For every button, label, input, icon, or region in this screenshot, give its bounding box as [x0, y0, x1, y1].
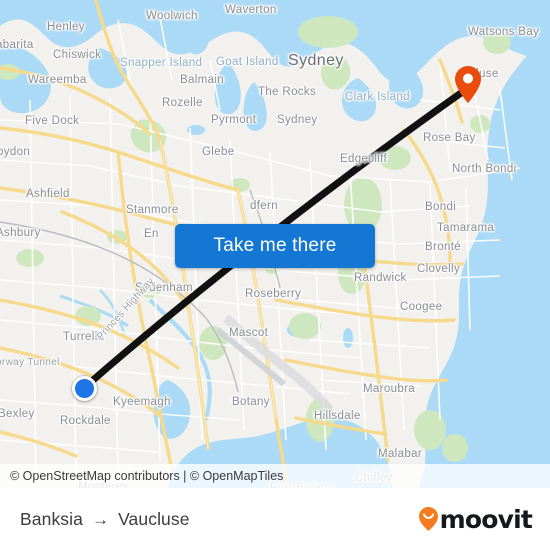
origin-marker-dot[interactable]: [72, 376, 97, 401]
map-viewport[interactable]: WoolwichWavertonWatsons BayHenleyabarita…: [0, 0, 550, 488]
moovit-wordmark: moovit: [439, 504, 533, 534]
moovit-logo[interactable]: moovit: [418, 504, 533, 534]
footer-bar: Banksia → Vaucluse moovit: [0, 488, 550, 550]
route-summary: Banksia → Vaucluse: [20, 509, 190, 530]
take-me-there-button[interactable]: Take me there: [175, 224, 375, 268]
route-origin-label: Banksia: [20, 508, 83, 529]
destination-marker-pin[interactable]: [455, 66, 481, 103]
moovit-route-card: WoolwichWavertonWatsons BayHenleyabarita…: [0, 0, 550, 550]
arrow-right-icon: →: [91, 509, 110, 529]
moovit-pin-icon: [418, 507, 438, 531]
map-attribution[interactable]: © OpenStreetMap contributors | © OpenMap…: [0, 464, 550, 488]
route-destination-label: Vaucluse: [118, 508, 190, 529]
